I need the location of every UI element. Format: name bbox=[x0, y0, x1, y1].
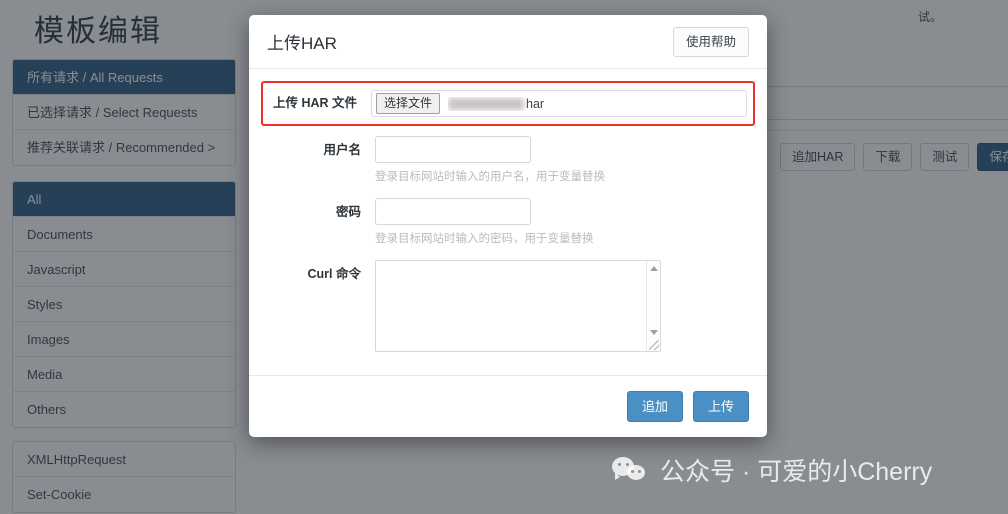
selected-file-name: har bbox=[448, 97, 544, 111]
file-upload-label: 上传 HAR 文件 bbox=[272, 96, 357, 110]
append-button[interactable]: 追加 bbox=[626, 391, 683, 422]
textarea-scrollbar[interactable] bbox=[646, 261, 660, 351]
scroll-down-arrow-icon[interactable] bbox=[650, 330, 658, 335]
username-hint: 登录目标网站时输入的用户名，用于变量替换 bbox=[375, 171, 605, 183]
screenshot-root: 模板编辑 所有请求 / All Requests 已选择请求 / Select … bbox=[0, 0, 1008, 514]
watermark-text: 公众号 · 可爱的小Cherry bbox=[660, 458, 933, 486]
password-label: 密码 bbox=[335, 205, 361, 219]
dialog-body: 上传 HAR 文件 选择文件 har 用户名 登录目标网站时输入的用户名，用于变… bbox=[249, 69, 767, 375]
file-upload-highlight: 上传 HAR 文件 选择文件 har bbox=[261, 81, 755, 126]
file-upload-control: 选择文件 har bbox=[371, 90, 747, 117]
dialog-title: 上传HAR bbox=[267, 34, 337, 53]
scroll-up-arrow-icon[interactable] bbox=[650, 266, 658, 271]
resize-grip-icon[interactable] bbox=[649, 340, 659, 350]
file-input[interactable]: 选择文件 har bbox=[371, 90, 747, 117]
upload-button[interactable]: 上传 bbox=[692, 391, 749, 422]
password-hint: 登录目标网站时输入的密码，用于变量替换 bbox=[375, 233, 594, 245]
help-button[interactable]: 使用帮助 bbox=[672, 26, 749, 57]
username-input[interactable] bbox=[375, 136, 531, 163]
curl-command-row: Curl 命令 bbox=[267, 260, 749, 352]
choose-file-button[interactable]: 选择文件 bbox=[376, 93, 441, 114]
dialog-footer: 追加 上传 bbox=[249, 375, 767, 437]
username-row: 用户名 登录目标网站时输入的用户名，用于变量替换 bbox=[267, 136, 749, 184]
file-extension-text: har bbox=[526, 96, 545, 111]
redacted-filename-blur bbox=[448, 97, 525, 110]
curl-command-label: Curl 命令 bbox=[307, 267, 361, 281]
username-label: 用户名 bbox=[323, 143, 361, 157]
curl-command-textarea[interactable] bbox=[375, 260, 661, 352]
password-input[interactable] bbox=[375, 198, 531, 225]
password-row: 密码 登录目标网站时输入的密码，用于变量替换 bbox=[267, 198, 749, 246]
password-control: 登录目标网站时输入的密码，用于变量替换 bbox=[375, 198, 749, 246]
username-control: 登录目标网站时输入的用户名，用于变量替换 bbox=[375, 136, 749, 184]
dialog-header: 上传HAR 使用帮助 bbox=[249, 15, 767, 69]
watermark: 公众号 · 可爱的小Cherry bbox=[612, 452, 932, 488]
curl-command-control bbox=[375, 260, 749, 352]
upload-har-dialog: 上传HAR 使用帮助 上传 HAR 文件 选择文件 har 用户名 登录目标网站… bbox=[249, 15, 767, 437]
wechat-icon bbox=[612, 457, 648, 483]
file-upload-row: 上传 HAR 文件 选择文件 har bbox=[263, 90, 747, 117]
